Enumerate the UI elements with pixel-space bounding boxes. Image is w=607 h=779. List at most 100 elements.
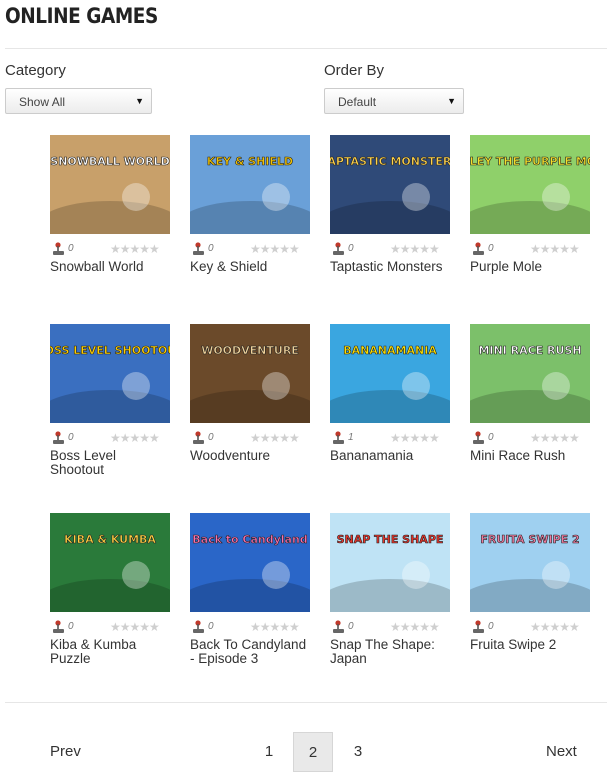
page-link-3[interactable]: 3 xyxy=(338,732,378,772)
game-title-link[interactable]: Kiba & Kumba Puzzle xyxy=(50,638,170,666)
play-count: 0 xyxy=(348,621,354,632)
star-rating-icon[interactable]: ★★★★★ xyxy=(530,620,580,634)
star-rating-icon[interactable]: ★★★★★ xyxy=(250,431,300,445)
play-count: 0 xyxy=(488,432,494,443)
pagination-divider xyxy=(5,702,607,703)
joystick-icon xyxy=(193,242,204,255)
star-rating-icon[interactable]: ★★★★★ xyxy=(390,620,440,634)
game-title-link[interactable]: Key & Shield xyxy=(190,260,310,274)
game-title-link[interactable]: Snap The Shape: Japan xyxy=(330,638,450,666)
star-rating-icon[interactable]: ★★★★★ xyxy=(390,431,440,445)
game-thumbnail[interactable]: BOSS LEVEL SHOOTOUT xyxy=(50,324,170,423)
thumbnail-logo-text: KIBA & KUMBA xyxy=(64,533,156,546)
star-rating-icon[interactable]: ★★★★★ xyxy=(530,242,580,256)
game-meta: 0 ★★★★★ xyxy=(190,618,310,636)
game-thumbnail[interactable]: BANANAMANIA xyxy=(330,324,450,423)
thumbnail-logo-text: BOSS LEVEL SHOOTOUT xyxy=(50,344,170,357)
game-card[interactable]: FRUITA SWIPE 2 0 ★★★★★ Fruita Swipe 2 xyxy=(470,513,590,652)
prev-page-link[interactable]: Prev xyxy=(50,743,81,760)
game-card[interactable]: TAPTASTIC MONSTERS 0 ★★★★★ Taptastic Monste… xyxy=(330,135,450,274)
thumbnail-character xyxy=(402,561,430,589)
page-link-2-current[interactable]: 2 xyxy=(293,732,333,772)
game-thumbnail[interactable]: KEY & SHIELD xyxy=(190,135,310,234)
order-by-label: Order By xyxy=(324,62,385,79)
play-count: 0 xyxy=(68,432,74,443)
category-selected-value: Show All xyxy=(19,95,66,109)
order-by-select[interactable]: Default ▼ xyxy=(324,88,464,114)
thumbnail-logo-text: KEY & SHIELD xyxy=(207,155,293,168)
thumbnail-logo-text: BANANAMANIA xyxy=(343,344,437,357)
joystick-icon xyxy=(53,620,64,633)
joystick-icon xyxy=(193,620,204,633)
play-count: 0 xyxy=(68,243,74,254)
game-title-link[interactable]: Purple Mole xyxy=(470,260,590,274)
game-meta: 0 ★★★★★ xyxy=(330,618,450,636)
thumbnail-character xyxy=(542,561,570,589)
game-card[interactable]: MOLEY THE PURPLE MOLE 0 ★★★★★ Purple Mole xyxy=(470,135,590,274)
game-card[interactable]: SNOWBALL WORLD 0 ★★★★★ Snowball World xyxy=(50,135,170,274)
thumbnail-character xyxy=(402,372,430,400)
game-thumbnail[interactable]: WOODVENTURE xyxy=(190,324,310,423)
game-thumbnail[interactable]: SNAP THE SHAPE xyxy=(330,513,450,612)
thumbnail-ground xyxy=(190,390,310,423)
joystick-icon xyxy=(473,620,484,633)
star-rating-icon[interactable]: ★★★★★ xyxy=(110,620,160,634)
game-meta: 0 ★★★★★ xyxy=(50,240,170,258)
game-card[interactable]: BOSS LEVEL SHOOTOUT 0 ★★★★★ Boss Level Shoo… xyxy=(50,324,170,477)
game-title-link[interactable]: Snowball World xyxy=(50,260,170,274)
joystick-icon xyxy=(473,242,484,255)
game-title-link[interactable]: Bananamania xyxy=(330,449,450,463)
game-thumbnail[interactable]: Back to Candyland xyxy=(190,513,310,612)
joystick-icon xyxy=(53,431,64,444)
game-card[interactable]: MINI RACE RUSH 0 ★★★★★ Mini Race Rush xyxy=(470,324,590,463)
category-label: Category xyxy=(5,62,66,79)
order-by-selected-value: Default xyxy=(338,95,377,109)
thumbnail-ground xyxy=(470,390,590,423)
thumbnail-ground xyxy=(330,579,450,612)
game-thumbnail[interactable]: FRUITA SWIPE 2 xyxy=(470,513,590,612)
play-count: 0 xyxy=(68,621,74,632)
game-thumbnail[interactable]: SNOWBALL WORLD xyxy=(50,135,170,234)
game-thumbnail[interactable]: KIBA & KUMBA xyxy=(50,513,170,612)
thumbnail-ground xyxy=(50,579,170,612)
play-count: 0 xyxy=(208,432,214,443)
star-rating-icon[interactable]: ★★★★★ xyxy=(110,242,160,256)
thumbnail-character xyxy=(122,561,150,589)
game-meta: 0 ★★★★★ xyxy=(330,240,450,258)
thumbnail-logo-text: MINI RACE RUSH xyxy=(478,344,581,357)
game-title-link[interactable]: Back To Candyland - Episode 3 xyxy=(190,638,310,666)
play-count: 0 xyxy=(348,243,354,254)
thumbnail-ground xyxy=(330,201,450,234)
star-rating-icon[interactable]: ★★★★★ xyxy=(250,620,300,634)
page-link-1[interactable]: 1 xyxy=(249,732,289,772)
thumbnail-character xyxy=(542,183,570,211)
game-title-link[interactable]: Mini Race Rush xyxy=(470,449,590,463)
game-meta: 0 ★★★★★ xyxy=(470,429,590,447)
next-page-link[interactable]: Next xyxy=(546,743,577,760)
game-meta: 0 ★★★★★ xyxy=(190,429,310,447)
game-thumbnail[interactable]: TAPTASTIC MONSTERS xyxy=(330,135,450,234)
game-card[interactable]: KIBA & KUMBA 0 ★★★★★ Kiba & Kumba Puzzle xyxy=(50,513,170,666)
game-card[interactable]: SNAP THE SHAPE 0 ★★★★★ Snap The Shape: Japa… xyxy=(330,513,450,666)
star-rating-icon[interactable]: ★★★★★ xyxy=(250,242,300,256)
thumbnail-ground xyxy=(470,579,590,612)
game-title-link[interactable]: Fruita Swipe 2 xyxy=(470,638,590,652)
game-meta: 0 ★★★★★ xyxy=(470,618,590,636)
star-rating-icon[interactable]: ★★★★★ xyxy=(110,431,160,445)
game-card[interactable]: BANANAMANIA 1 ★★★★★ Bananamania xyxy=(330,324,450,463)
game-thumbnail[interactable]: MOLEY THE PURPLE MOLE xyxy=(470,135,590,234)
game-title-link[interactable]: Boss Level Shootout xyxy=(50,449,170,477)
game-card[interactable]: WOODVENTURE 0 ★★★★★ Woodventure xyxy=(190,324,310,463)
game-thumbnail[interactable]: MINI RACE RUSH xyxy=(470,324,590,423)
game-title-link[interactable]: Taptastic Monsters xyxy=(330,260,450,274)
joystick-icon xyxy=(333,242,344,255)
game-card[interactable]: KEY & SHIELD 0 ★★★★★ Key & Shield xyxy=(190,135,310,274)
game-card[interactable]: Back to Candyland 0 ★★★★★ Back To Candyland… xyxy=(190,513,310,666)
category-select[interactable]: Show All ▼ xyxy=(5,88,152,114)
game-title-link[interactable]: Woodventure xyxy=(190,449,310,463)
star-rating-icon[interactable]: ★★★★★ xyxy=(390,242,440,256)
play-count: 0 xyxy=(208,243,214,254)
star-rating-icon[interactable]: ★★★★★ xyxy=(530,431,580,445)
game-meta: 0 ★★★★★ xyxy=(470,240,590,258)
triangle-down-icon: ▼ xyxy=(447,96,456,106)
